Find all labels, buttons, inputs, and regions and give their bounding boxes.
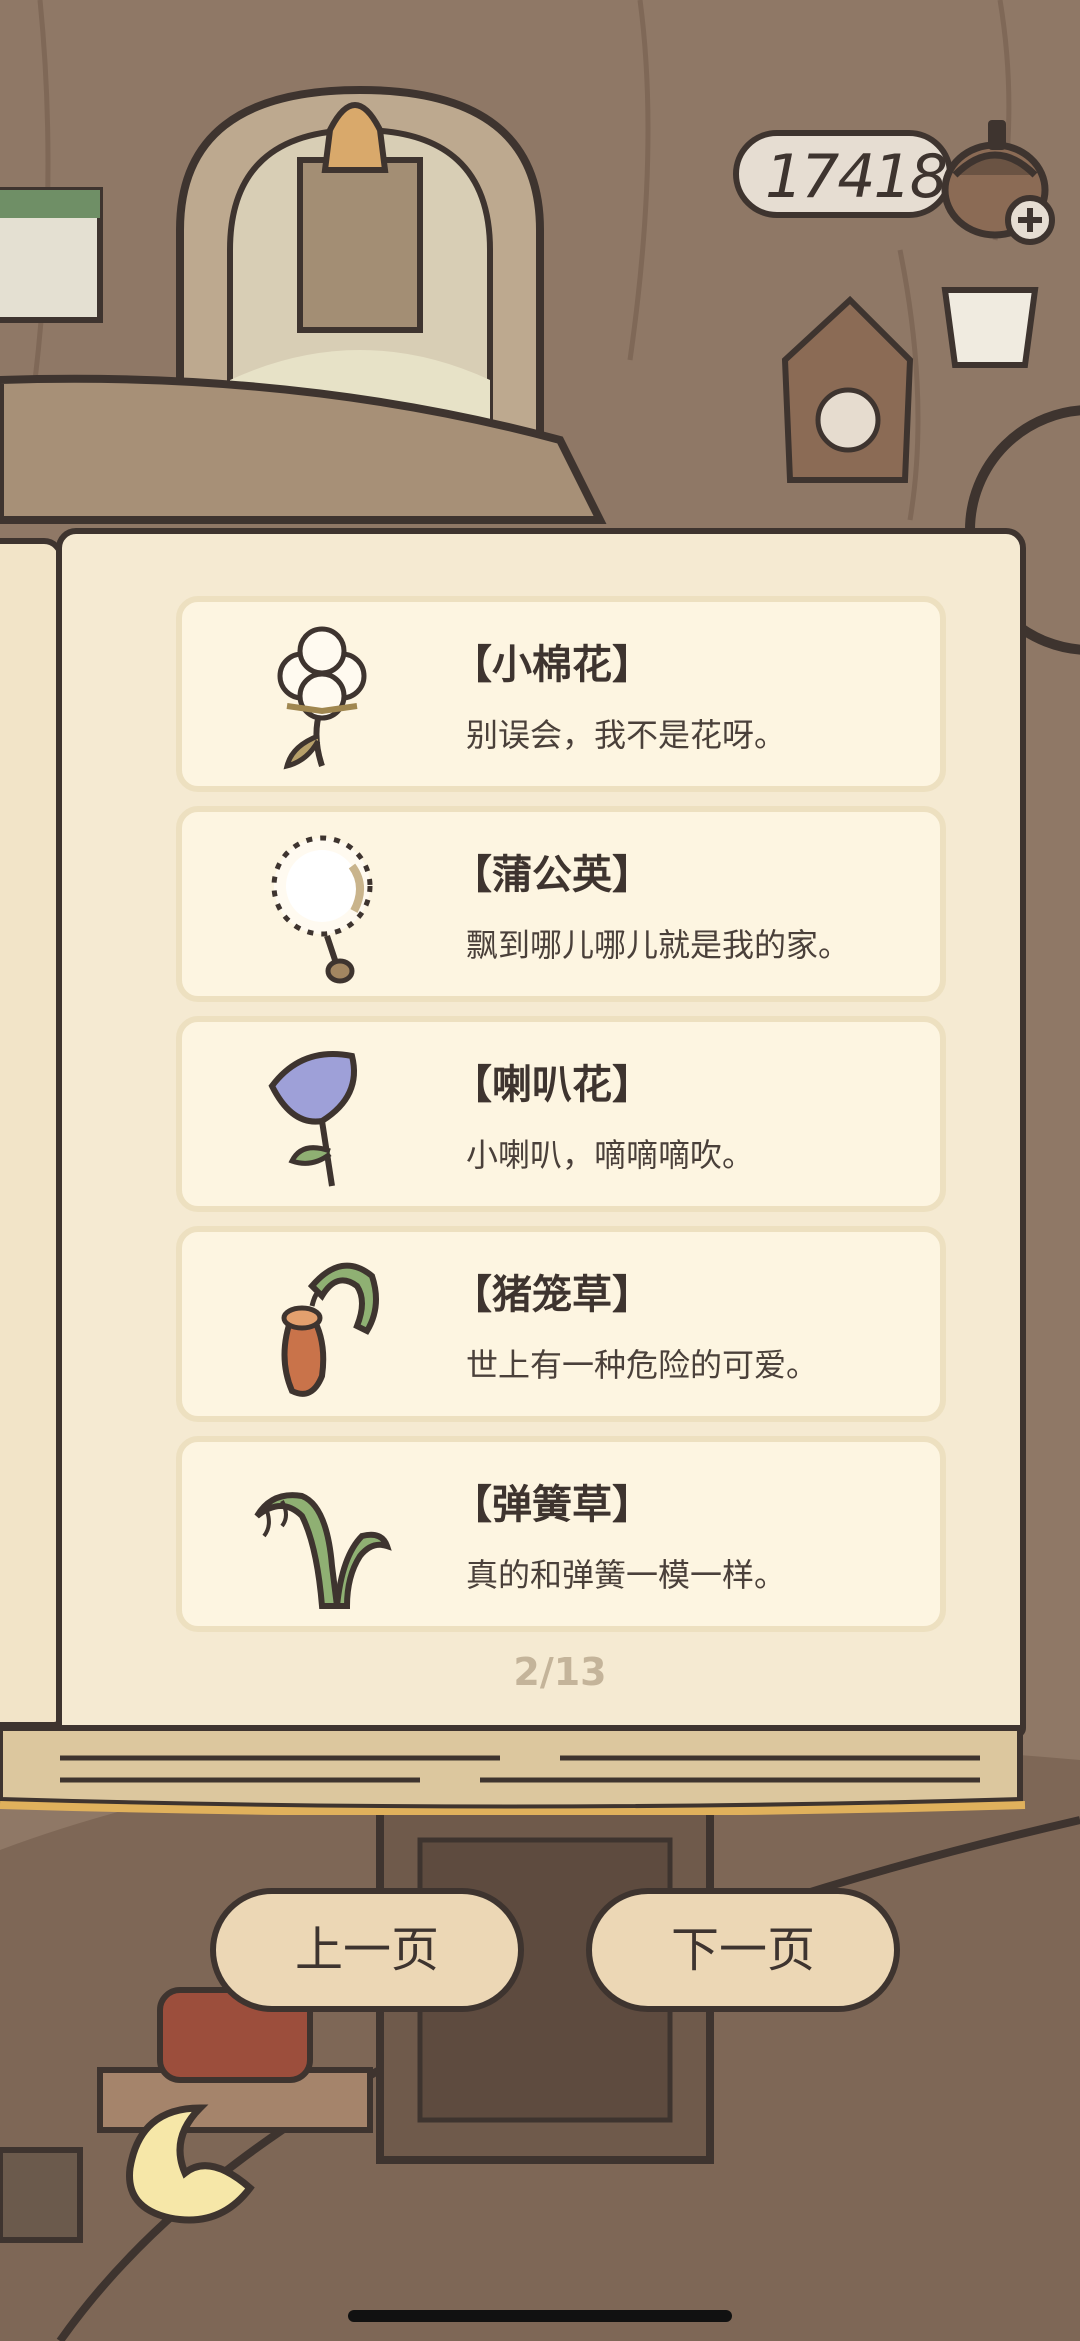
plant-description: 小喇叭，嘀嘀嘀吹。: [466, 1136, 755, 1174]
plant-name: 【喇叭花】: [452, 1062, 652, 1108]
pitcher-plant-icon: [281, 1262, 379, 1397]
plant-description: 世上有一种危险的可爱。: [466, 1346, 819, 1384]
plant-name: 【蒲公英】: [452, 852, 652, 898]
plant-name: 【弹簧草】: [452, 1482, 652, 1528]
plant-entry-card[interactable]: 【蒲公英】 飘到哪儿哪儿就是我的家。: [176, 806, 946, 1002]
home-indicator: [348, 2310, 732, 2322]
plant-entry-card[interactable]: 【猪笼草】 世上有一种危险的可爱。: [176, 1226, 946, 1422]
page-indicator: 2/13: [513, 1650, 607, 1694]
plant-entry-card[interactable]: 【喇叭花】 小喇叭，嘀嘀嘀吹。: [176, 1016, 946, 1212]
plant-description: 飘到哪儿哪儿就是我的家。: [466, 926, 851, 964]
plant-description: 真的和弹簧一模一样。: [466, 1556, 787, 1594]
cotton-icon: [277, 626, 367, 770]
acorn-currency-counter: 174186: [733, 130, 984, 218]
prev-page-button[interactable]: 上一页: [210, 1888, 524, 2012]
add-currency-icon[interactable]: [940, 115, 1060, 245]
book-left-page: [0, 538, 64, 1728]
plant-entry-card[interactable]: 【弹簧草】 真的和弹簧一模一样。: [176, 1436, 946, 1632]
morning-glory-icon: [268, 1051, 357, 1187]
book-spine-base: [0, 1725, 1026, 1815]
next-page-button[interactable]: 下一页: [586, 1888, 900, 2012]
plant-name: 【小棉花】: [452, 642, 652, 688]
plant-entry-card[interactable]: 【小棉花】 别误会，我不是花呀。: [176, 596, 946, 792]
dandelion-icon: [271, 835, 373, 984]
plant-description: 别误会，我不是花呀。: [466, 716, 787, 754]
plant-name: 【猪笼草】: [452, 1272, 652, 1318]
back-arrow-icon[interactable]: [110, 2098, 260, 2238]
spring-grass-icon: [254, 1492, 392, 1609]
